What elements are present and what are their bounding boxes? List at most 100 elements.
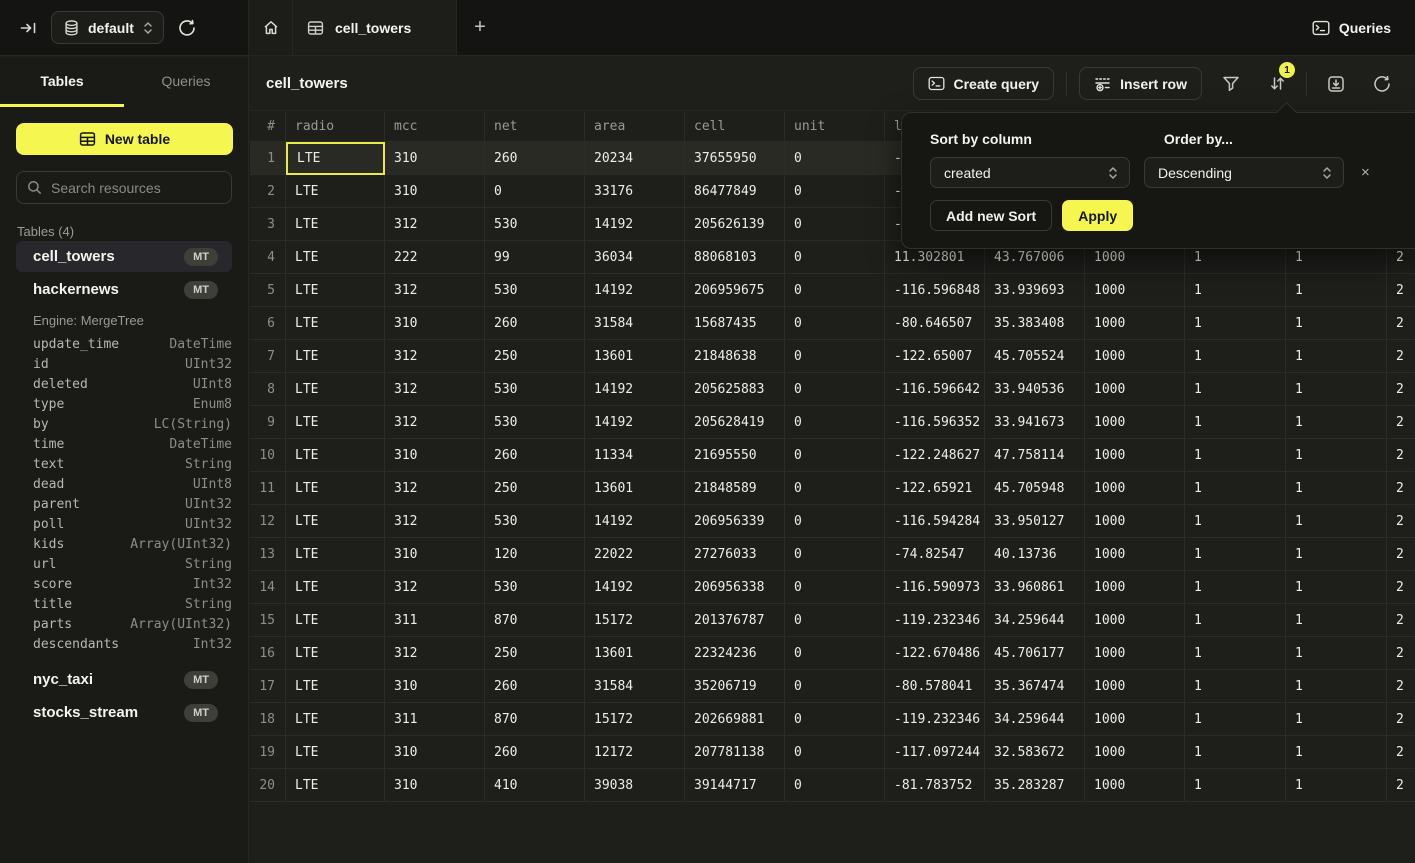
table-cell[interactable]: 310 (385, 439, 485, 472)
table-cell[interactable]: 0 (785, 505, 885, 538)
table-cell[interactable]: 1 (1286, 670, 1387, 703)
table-cell[interactable]: 1000 (1085, 406, 1185, 439)
table-cell[interactable]: 45.705524 (985, 340, 1085, 373)
table-cell[interactable]: 1 (1185, 505, 1286, 538)
table-cell[interactable]: 2 (1387, 307, 1415, 340)
row-number[interactable]: 7 (250, 340, 286, 373)
table-cell[interactable]: 310 (385, 142, 485, 175)
table-cell[interactable]: 0 (785, 571, 885, 604)
table-cell[interactable]: 40.13736 (985, 538, 1085, 571)
table-cell[interactable]: 88068103 (685, 241, 785, 274)
row-number[interactable]: 11 (250, 472, 286, 505)
table-cell[interactable]: 2 (1387, 604, 1415, 637)
column-header-cell[interactable]: cell (685, 112, 785, 142)
table-cell[interactable]: 0 (785, 208, 885, 241)
table-cell[interactable]: 2 (1387, 505, 1415, 538)
table-cell[interactable]: 1 (1286, 274, 1387, 307)
table-cell[interactable]: 31584 (585, 307, 685, 340)
table-cell[interactable]: -116.596352 (885, 406, 985, 439)
table-cell[interactable]: 0 (785, 439, 885, 472)
table-cell[interactable]: 1 (1286, 571, 1387, 604)
table-cell[interactable]: 27276033 (685, 538, 785, 571)
table-cell[interactable]: 0 (785, 769, 885, 802)
table-cell[interactable]: 1 (1185, 274, 1286, 307)
table-cell[interactable]: 33.940536 (985, 373, 1085, 406)
row-number[interactable]: 10 (250, 439, 286, 472)
table-cell[interactable]: 312 (385, 472, 485, 505)
row-number[interactable]: 13 (250, 538, 286, 571)
table-cell[interactable]: 33.960861 (985, 571, 1085, 604)
table-cell[interactable]: 1 (1185, 340, 1286, 373)
table-cell[interactable]: 99 (485, 241, 585, 274)
table-cell[interactable]: 21848638 (685, 340, 785, 373)
table-cell[interactable]: 36034 (585, 241, 685, 274)
table-cell[interactable]: 206956338 (685, 571, 785, 604)
table-cell[interactable]: 2 (1387, 406, 1415, 439)
new-tab-button[interactable]: + (457, 0, 503, 55)
table-cell[interactable]: 312 (385, 373, 485, 406)
table-cell[interactable]: 86477849 (685, 175, 785, 208)
table-cell[interactable]: 45.705948 (985, 472, 1085, 505)
queries-button[interactable]: Queries (1288, 0, 1415, 55)
table-cell[interactable]: 12172 (585, 736, 685, 769)
table-cell[interactable]: 0 (785, 604, 885, 637)
row-number[interactable]: 6 (250, 307, 286, 340)
table-cell[interactable]: LTE (286, 703, 385, 736)
table-cell[interactable]: LTE (286, 406, 385, 439)
row-number[interactable]: 16 (250, 637, 286, 670)
home-button[interactable] (249, 0, 293, 55)
table-cell[interactable]: 1 (1185, 604, 1286, 637)
table-cell[interactable]: 250 (485, 472, 585, 505)
table-cell[interactable]: -116.596848 (885, 274, 985, 307)
table-cell[interactable]: 0 (785, 736, 885, 769)
table-cell[interactable]: 260 (485, 670, 585, 703)
table-cell[interactable]: 15172 (585, 703, 685, 736)
table-cell[interactable]: 1 (1185, 637, 1286, 670)
table-cell[interactable]: 0 (785, 340, 885, 373)
table-cell[interactable]: LTE (286, 439, 385, 472)
table-cell[interactable]: 120 (485, 538, 585, 571)
table-cell[interactable]: 2 (1387, 373, 1415, 406)
table-cell[interactable]: 530 (485, 406, 585, 439)
table-cell[interactable]: LTE (286, 571, 385, 604)
sidebar-item-nyc-taxi[interactable]: nyc_taxi MT (16, 664, 232, 695)
table-cell[interactable]: 260 (485, 736, 585, 769)
table-cell[interactable]: 312 (385, 505, 485, 538)
table-cell[interactable]: LTE (286, 373, 385, 406)
table-cell[interactable]: 1 (1185, 769, 1286, 802)
table-cell[interactable]: 2 (1387, 439, 1415, 472)
row-number[interactable]: 3 (250, 208, 286, 241)
row-number[interactable]: 5 (250, 274, 286, 307)
table-cell[interactable]: 33.939693 (985, 274, 1085, 307)
table-cell[interactable]: 201376787 (685, 604, 785, 637)
table-cell[interactable]: 0 (785, 472, 885, 505)
table-cell[interactable]: 310 (385, 670, 485, 703)
table-cell[interactable]: 32.583672 (985, 736, 1085, 769)
table-cell[interactable]: 260 (485, 439, 585, 472)
table-cell[interactable]: 870 (485, 703, 585, 736)
table-cell[interactable]: 1 (1286, 703, 1387, 736)
table-cell[interactable]: 312 (385, 274, 485, 307)
table-cell[interactable]: 410 (485, 769, 585, 802)
table-cell[interactable]: 1 (1185, 571, 1286, 604)
table-cell[interactable]: 2 (1387, 637, 1415, 670)
table-cell[interactable]: 1 (1286, 340, 1387, 373)
table-cell[interactable]: LTE (286, 505, 385, 538)
table-cell[interactable]: LTE (286, 241, 385, 274)
table-cell[interactable]: LTE (286, 604, 385, 637)
table-cell[interactable]: 0 (785, 307, 885, 340)
table-cell[interactable]: 45.706177 (985, 637, 1085, 670)
table-cell[interactable]: 33.941673 (985, 406, 1085, 439)
table-cell[interactable]: 1000 (1085, 472, 1185, 505)
table-cell[interactable]: -119.232346 (885, 604, 985, 637)
table-cell[interactable]: -81.783752 (885, 769, 985, 802)
sort-order-select[interactable]: Descending (1144, 157, 1344, 188)
table-cell[interactable]: 1 (1286, 307, 1387, 340)
row-number[interactable]: 14 (250, 571, 286, 604)
table-cell[interactable]: 13601 (585, 472, 685, 505)
table-cell[interactable]: 1 (1185, 307, 1286, 340)
table-cell[interactable]: 35.283287 (985, 769, 1085, 802)
apply-sort-button[interactable]: Apply (1062, 200, 1133, 231)
row-number[interactable]: 18 (250, 703, 286, 736)
table-cell[interactable]: 34.259644 (985, 604, 1085, 637)
